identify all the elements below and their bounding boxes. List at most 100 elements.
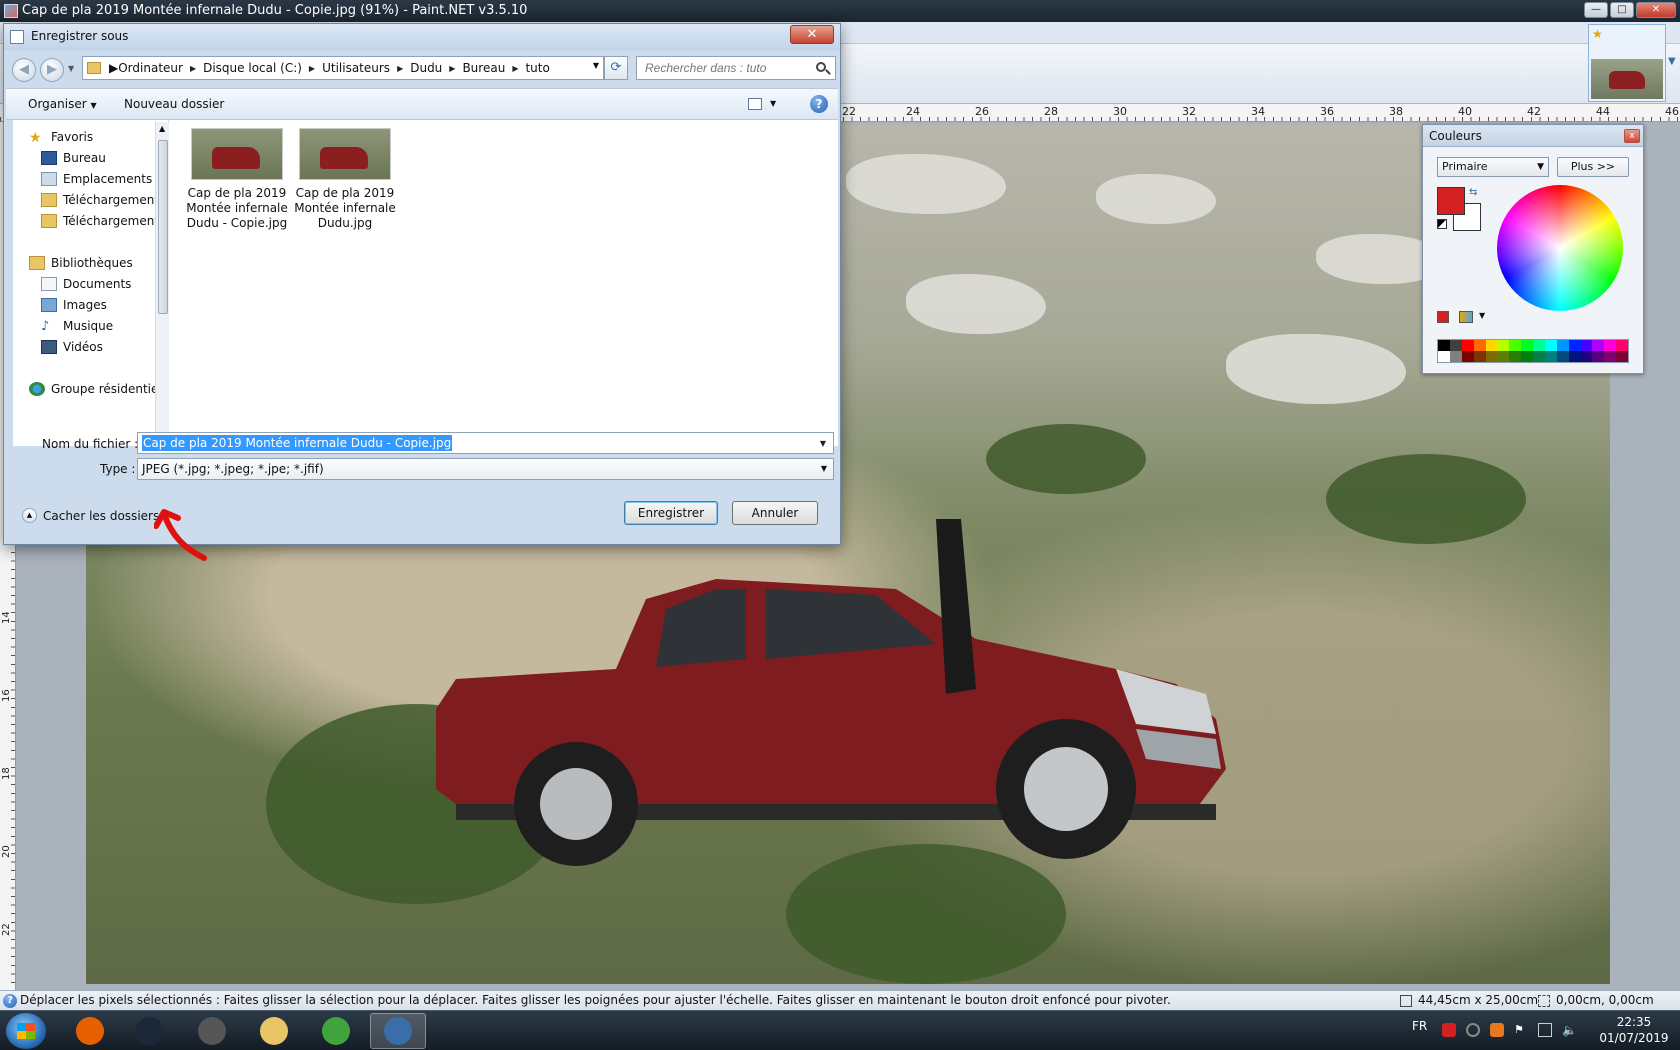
nav-videos[interactable]: Vidéos (41, 340, 103, 354)
view-options-icon[interactable] (748, 98, 762, 110)
reset-colors-icon[interactable] (1437, 219, 1447, 229)
palette-swatch[interactable] (1604, 351, 1617, 362)
palette-swatch[interactable] (1449, 340, 1462, 351)
palette-swatch[interactable] (1521, 340, 1533, 351)
palette-swatch[interactable] (1580, 340, 1593, 351)
palette-swatch[interactable] (1616, 351, 1628, 362)
taskbar-app3-button[interactable] (184, 1013, 240, 1049)
search-icon[interactable] (816, 62, 826, 72)
breadcrumb-disque-local[interactable]: Disque local (C:) ▶ (203, 61, 322, 75)
taskbar-explorer-button[interactable] (246, 1013, 302, 1049)
taskbar-clover-button[interactable] (308, 1013, 364, 1049)
image-thumbnail-tab[interactable]: ★ (1588, 24, 1666, 102)
hide-folders-toggle[interactable]: ▲ Cacher les dossiers (22, 508, 159, 523)
taskbar-paintnet-button[interactable] (370, 1013, 426, 1049)
filename-input[interactable]: Cap de pla 2019 Montée infernale Dudu - … (137, 432, 834, 454)
volume-icon[interactable]: 🔈 (1562, 1023, 1577, 1037)
palette-swatch[interactable] (1544, 351, 1557, 362)
file-type-select[interactable]: JPEG (*.jpg; *.jpeg; *.jpe; *.jfif) ▼ (137, 458, 834, 480)
more-colors-button[interactable]: Plus >> (1557, 157, 1629, 177)
palette-swatch[interactable] (1556, 351, 1569, 362)
palette-swatch[interactable] (1521, 351, 1533, 362)
refresh-button[interactable]: ⟳ (604, 56, 628, 80)
search-input[interactable] (636, 56, 836, 80)
palette-swatch[interactable] (1544, 340, 1557, 351)
palette-swatch[interactable] (1604, 340, 1617, 351)
add-to-palette-icon[interactable] (1437, 311, 1449, 323)
chevron-down-icon[interactable]: ▼ (593, 61, 599, 70)
breadcrumb-tuto[interactable]: tuto (525, 61, 549, 75)
palette-swatch[interactable] (1497, 340, 1510, 351)
minimize-button[interactable]: — (1584, 2, 1608, 18)
chevron-down-icon[interactable]: ▼ (770, 99, 776, 108)
maximize-button[interactable]: □ (1610, 2, 1634, 18)
primary-color-swatch[interactable] (1437, 187, 1465, 215)
breadcrumb-ordinateur[interactable]: Ordinateur ▶ (118, 61, 203, 75)
file-list-pane[interactable]: Cap de pla 2019 Montée infernale Dudu - … (169, 120, 838, 446)
palette-swatch[interactable] (1485, 351, 1498, 362)
colors-panel-close-button[interactable]: x (1624, 129, 1640, 143)
palette-swatch[interactable] (1580, 351, 1593, 362)
palette-swatch[interactable] (1568, 351, 1581, 362)
color-mode-select[interactable]: Primaire ▼ (1437, 157, 1549, 177)
nav-libraries[interactable]: Bibliothèques (29, 256, 133, 270)
palette-swatch[interactable] (1509, 340, 1522, 351)
help-icon[interactable]: ? (810, 95, 828, 113)
palette-swatch[interactable] (1616, 340, 1628, 351)
forward-button[interactable]: ▶ (40, 58, 64, 82)
close-window-button[interactable]: ✕ (1636, 2, 1676, 18)
palette-swatch[interactable] (1568, 340, 1581, 351)
palette-swatch[interactable] (1449, 351, 1462, 362)
tray-app-icon[interactable] (1442, 1023, 1456, 1037)
palette-swatch[interactable] (1556, 340, 1569, 351)
taskbar-firefox-button[interactable] (62, 1013, 118, 1049)
scroll-up-icon[interactable]: ▲ (159, 124, 165, 133)
flag-icon[interactable]: ⚑ (1514, 1023, 1528, 1037)
back-button[interactable]: ◀ (12, 58, 36, 82)
palette-swatch[interactable] (1592, 340, 1605, 351)
scrollbar-thumb[interactable] (158, 140, 168, 314)
nav-recent-places[interactable]: Emplacements ré (41, 172, 168, 186)
nav-music[interactable]: ♪ Musique (41, 319, 113, 334)
file-item[interactable]: Cap de pla 2019 Montée infernale Dudu.jp… (293, 128, 397, 231)
palette-swatch[interactable] (1533, 351, 1545, 362)
clock[interactable]: 22:35 01/07/2019 (1594, 1014, 1674, 1046)
chevron-down-icon[interactable]: ▼ (819, 433, 827, 455)
tray-app-icon[interactable] (1490, 1023, 1504, 1037)
language-indicator[interactable]: FR (1412, 1019, 1427, 1033)
nav-desktop[interactable]: Bureau (41, 151, 106, 165)
palette-swatch[interactable] (1473, 351, 1486, 362)
palette-swatch[interactable] (1461, 351, 1474, 362)
cancel-button[interactable]: Annuler (732, 501, 818, 525)
nav-pane-scrollbar[interactable]: ▲ ▼ (155, 122, 169, 444)
nav-favorites[interactable]: ★ Favoris (29, 130, 93, 146)
file-item[interactable]: Cap de pla 2019 Montée infernale Dudu - … (185, 128, 289, 231)
palette-swatch[interactable] (1461, 340, 1474, 351)
nav-homegroup[interactable]: Groupe résidentiel (29, 382, 162, 396)
palette-swatch[interactable] (1438, 351, 1450, 362)
palette-swatch[interactable] (1533, 340, 1545, 351)
start-button[interactable] (6, 1013, 46, 1049)
nav-images[interactable]: Images (41, 298, 107, 312)
breadcrumb-utilisateurs[interactable]: Utilisateurs ▶ (322, 61, 410, 75)
network-icon[interactable] (1538, 1023, 1552, 1037)
nav-downloads-1[interactable]: Téléchargements (41, 193, 165, 207)
save-button[interactable]: Enregistrer (624, 501, 718, 525)
organize-button[interactable]: Organiser ▼ (28, 97, 97, 111)
address-bar[interactable]: ▶ Ordinateur ▶ Disque local (C:) ▶ Utilisa… (82, 56, 604, 80)
palette-swatch[interactable] (1473, 340, 1486, 351)
color-wheel[interactable] (1497, 185, 1623, 311)
new-folder-button[interactable]: Nouveau dossier (124, 97, 224, 111)
breadcrumb-dudu[interactable]: Dudu ▶ (410, 61, 462, 75)
tray-app-icon[interactable] (1466, 1023, 1480, 1037)
nav-documents[interactable]: Documents (41, 277, 131, 291)
palette-swatch[interactable] (1509, 351, 1522, 362)
palette-swatch[interactable] (1485, 340, 1498, 351)
palette-swatch[interactable] (1438, 340, 1450, 351)
palette-swatch[interactable] (1592, 351, 1605, 362)
taskbar-steam-button[interactable] (122, 1013, 178, 1049)
palette-menu-icon[interactable] (1459, 311, 1473, 323)
nav-downloads-2[interactable]: Téléchargements (41, 214, 165, 228)
chevron-down-icon[interactable]: ▼ (1479, 311, 1485, 320)
dialog-close-button[interactable]: ✕ (790, 25, 834, 44)
